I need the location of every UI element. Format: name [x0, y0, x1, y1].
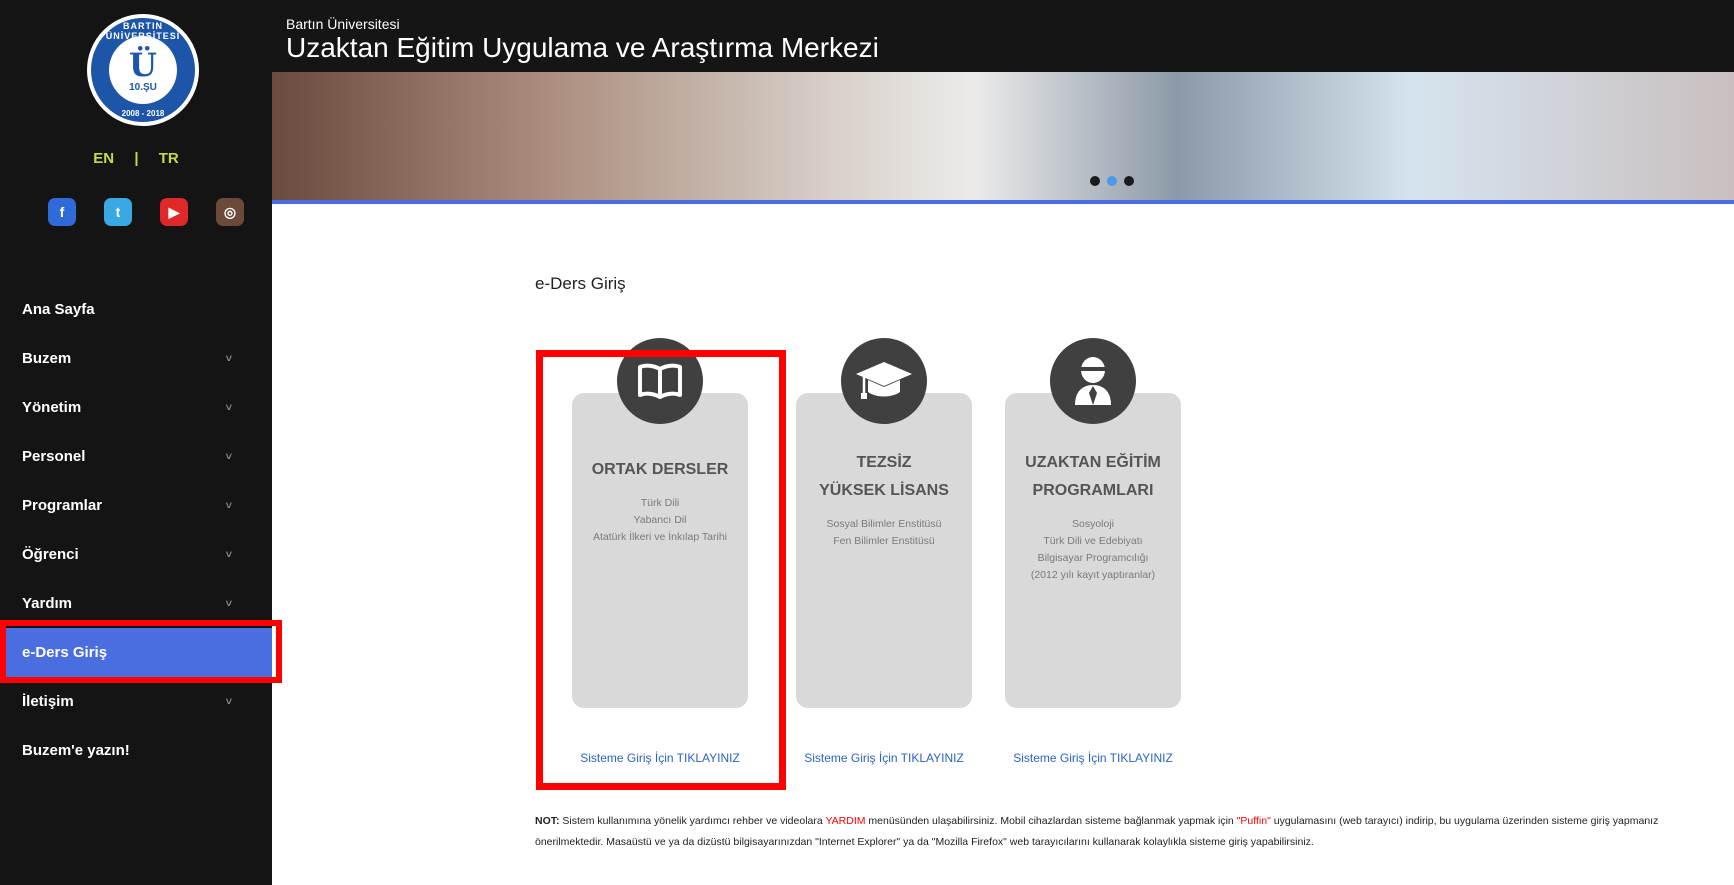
graduation-cap-icon [841, 338, 927, 424]
chevron-down-icon[interactable]: ˅ [226, 696, 232, 708]
page-title: e-Ders Giriş [535, 274, 626, 293]
chevron-down-icon[interactable]: ˅ [226, 451, 232, 463]
carousel-dot[interactable] [1090, 176, 1100, 186]
logo-mark: Ü [129, 46, 157, 84]
chevron-down-icon[interactable]: ˅ [226, 402, 232, 414]
banner-carousel-dots [1090, 176, 1134, 186]
sidebar-item-label: Programlar [22, 497, 103, 514]
sidebar-nav: Ana Sayfa Buzem ˅ Yönetim ˅ Personel ˅ Programl… [0, 285, 272, 775]
carousel-dot[interactable] [1107, 176, 1117, 186]
sidebar-item-label: İletişim [22, 693, 74, 710]
system-login-link[interactable]: Sisteme Giriş İçin TIKLAYINIZ [1005, 751, 1181, 765]
system-login-link[interactable]: Sisteme Giriş İçin TIKLAYINIZ [572, 751, 748, 765]
card-subtitle: Türk Dili [640, 497, 680, 509]
logo-emblem: Ü 10.ŞU [109, 36, 177, 104]
sidebar: BARTIN ÜNİVERSİTESİ Ü 10.ŞU 2008 - 2018 … [0, 0, 272, 885]
system-login-link[interactable]: Sisteme Giriş İçin TIKLAYINIZ [796, 751, 972, 765]
sidebar-item-label: Yardım [22, 595, 73, 612]
card-subtitle: Fen Bilimler Enstitüsü [833, 535, 935, 547]
card-subtitle: Sosyoloji [1071, 518, 1115, 530]
lang-en-link[interactable]: EN [93, 150, 114, 167]
card-subtitle: Atatürk İlkeri ve İnkılap Tarihi [592, 531, 728, 543]
sidebar-item-label: Yönetim [22, 399, 82, 416]
sidebar-item-yönetim[interactable]: Yönetim ˅ [0, 383, 272, 432]
sidebar-item-label: Öğrenci [22, 546, 79, 563]
note-text-2: menüsünden ulaşabilirsiniz. Mobil cihazl… [865, 815, 1237, 827]
lang-separator: | [134, 150, 139, 167]
logo-subtitle: 10.ŞU [129, 82, 157, 93]
card-title: TEZSİZ [856, 454, 912, 471]
youtube-icon[interactable]: ▶ [160, 198, 188, 226]
card-subtitle: Sosyal Bilimler Enstitüsü [826, 518, 942, 530]
hero-banner [272, 72, 1734, 204]
twitter-icon[interactable]: t [104, 198, 132, 226]
center-title[interactable]: Uzaktan Eğitim Uygulama ve Araştırma Mer… [286, 32, 879, 64]
sidebar-item-label: Buzem'e yazın! [22, 742, 130, 759]
chevron-down-icon[interactable]: ˅ [226, 500, 232, 512]
sidebar-item-buzem-e-yazın[interactable]: Buzem'e yazın! [0, 726, 272, 775]
sidebar-item-buzem[interactable]: Buzem ˅ [0, 334, 272, 383]
language-switcher: EN | TR [0, 150, 272, 167]
card-title: UZAKTAN EĞİTİM [1025, 454, 1161, 471]
note-yardim-link[interactable]: YARDIM [825, 815, 865, 827]
info-note: NOT: Sistem kullanımına yönelik yardımcı… [535, 811, 1685, 853]
card-subtitle: Bilgisayar Programcılığı [1037, 552, 1149, 564]
university-name[interactable]: Bartın Üniversitesi [286, 16, 400, 32]
lang-tr-link[interactable]: TR [159, 150, 179, 167]
logo-year-text: 2008 - 2018 [121, 109, 165, 118]
book-icon [617, 338, 703, 424]
card-panel[interactable]: UZAKTAN EĞİTİM PROGRAMLARI Sosyoloji Türk D… [1005, 338, 1181, 708]
sidebar-item-ana-sayfa[interactable]: Ana Sayfa [0, 285, 272, 334]
card-panel[interactable]: ORTAK DERSLER Türk Dili Yabancı Dil Atatürk… [572, 338, 748, 708]
user-graduate-icon [1050, 338, 1136, 424]
card-panel[interactable]: TEZSİZ YÜKSEK LİSANS Sosyal Bilimler Ensti… [796, 338, 972, 708]
card-title: PROGRAMLARI [1032, 482, 1154, 499]
social-links: f t ▶ ◎ [48, 198, 244, 226]
university-logo[interactable]: BARTIN ÜNİVERSİTESİ Ü 10.ŞU 2008 - 2018 [87, 14, 199, 126]
sidebar-item-label: Personel [22, 448, 86, 465]
sidebar-item-label: Buzem [22, 350, 72, 367]
site-header: Bartın Üniversitesi Uzaktan Eğitim Uygul… [272, 0, 1734, 72]
sidebar-item-yardım[interactable]: Yardım ˅ [0, 579, 272, 628]
chevron-down-icon[interactable]: ˅ [226, 549, 232, 561]
instagram-icon[interactable]: ◎ [216, 198, 244, 226]
card-subtitle: Türk Dili ve Edebiyatı [1043, 535, 1143, 547]
sidebar-item-label: Ana Sayfa [22, 301, 95, 318]
note-text-1: Sistem kullanımına yönelik yardımcı rehb… [559, 815, 826, 827]
sidebar-item-label: e-Ders Giriş [22, 644, 108, 661]
carousel-dot[interactable] [1124, 176, 1134, 186]
card-subtitle: (2012 yılı kayıt yaptıranlar) [1030, 569, 1156, 581]
card-title: YÜKSEK LİSANS [819, 482, 949, 499]
facebook-icon[interactable]: f [48, 198, 76, 226]
chevron-down-icon[interactable]: ˅ [226, 353, 232, 365]
sidebar-item-personel[interactable]: Personel ˅ [0, 432, 272, 481]
card-title: ORTAK DERSLER [591, 461, 729, 478]
sidebar-item-öğrenci[interactable]: Öğrenci ˅ [0, 530, 272, 579]
note-puffin-link[interactable]: "Puffin" [1237, 815, 1271, 827]
note-prefix: NOT: [535, 815, 560, 827]
sidebar-item-programlar[interactable]: Programlar ˅ [0, 481, 272, 530]
chevron-down-icon[interactable]: ˅ [226, 598, 232, 610]
card-subtitle: Yabancı Dil [633, 514, 687, 526]
sidebar-item-i-letişim[interactable]: İletişim ˅ [0, 677, 272, 726]
sidebar-item-e-ders-giriş[interactable]: e-Ders Giriş [0, 628, 272, 677]
